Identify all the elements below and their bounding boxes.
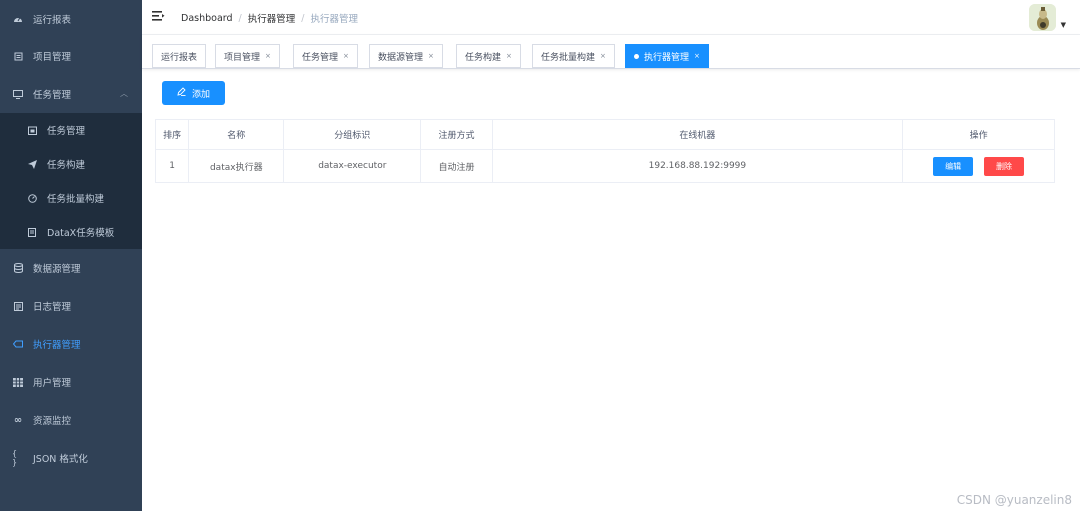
sidebar-item-label: JSON 格式化 (33, 454, 88, 465)
cell-actions: 编辑 删除 (902, 149, 1055, 183)
cell-group: datax-executor (283, 149, 422, 183)
chevron-up-icon: ︿ (120, 89, 128, 98)
monitor-icon (12, 89, 24, 99)
caret-down-icon: ▼ (1060, 21, 1066, 29)
user-menu[interactable]: ▼ (1028, 4, 1066, 31)
column-header: 在线机器 (491, 119, 904, 150)
sidebar-item-users[interactable]: 用户管理 (0, 363, 142, 401)
sidebar-item-monitor[interactable]: ∞ 资源监控 (0, 401, 142, 439)
watermark: CSDN @yuanzelin8 (956, 493, 1072, 507)
infinity-icon: ∞ (13, 414, 23, 426)
send-icon (26, 159, 38, 169)
content: 添加 排序 名称 分组标识 注册方式 在线机器 操作 1 datax执行器 da… (142, 70, 1080, 511)
executor-table: 排序 名称 分组标识 注册方式 在线机器 操作 1 datax执行器 datax… (154, 119, 1055, 183)
table-row: 1 datax执行器 datax-executor 自动注册 192.168.8… (154, 149, 1055, 183)
sidebar-item-json[interactable]: { } JSON 格式化 (0, 439, 142, 477)
delete-button[interactable]: 删除 (984, 156, 1025, 176)
cell-online-machines: 192.168.88.192:9999 (491, 149, 904, 183)
sidebar-item-label: 资源监控 (33, 416, 72, 427)
add-button-label: 添加 (191, 89, 210, 100)
gauge-icon (26, 193, 38, 203)
tag-label: 任务管理 (302, 52, 339, 63)
tag-label: 项目管理 (224, 52, 261, 63)
tag-item[interactable]: 数据源管理 × (369, 44, 443, 68)
main-area: Dashboard / 执行器管理 / 执行器管理 ▼ 运行报表 项目管理 × … (142, 0, 1080, 511)
calendar-icon (26, 126, 38, 135)
edit-icon (177, 87, 186, 99)
sidebar-item-project[interactable]: 项目管理 (0, 37, 142, 75)
table-header-row: 排序 名称 分组标识 注册方式 在线机器 操作 (154, 119, 1055, 150)
submenu-item-datax-template[interactable]: DataX任务模板 (0, 215, 142, 249)
cell-order: 1 (154, 149, 190, 183)
sidebar-item-executor[interactable]: 执行器管理 (0, 325, 142, 363)
sidebar-item-label: 日志管理 (33, 302, 72, 313)
cell-name: datax执行器 (188, 149, 285, 183)
sidebar-item-tasks[interactable]: 任务管理 ︿ (0, 75, 142, 113)
tag-item[interactable]: 项目管理 × (215, 44, 280, 68)
hamburger-icon[interactable] (152, 10, 166, 24)
braces-icon: { } (12, 449, 18, 467)
close-icon[interactable]: × (600, 52, 606, 60)
tag-label: 运行报表 (161, 52, 198, 63)
tag-item-active[interactable]: 执行器管理 × (625, 44, 709, 68)
column-header: 名称 (188, 119, 285, 150)
navbar: Dashboard / 执行器管理 / 执行器管理 ▼ (142, 0, 1080, 35)
tag-label: 执行器管理 (644, 52, 690, 63)
executor-icon (12, 340, 24, 348)
tag-item[interactable]: 任务批量构建 × (532, 44, 615, 68)
sidebar-item-label: 用户管理 (33, 378, 72, 389)
sidebar-item-label: 执行器管理 (33, 340, 81, 351)
tag-label: 任务批量构建 (541, 52, 596, 63)
close-icon[interactable]: × (265, 52, 271, 60)
submenu-item-label: DataX任务模板 (47, 228, 115, 239)
submenu-item-label: 任务构建 (47, 160, 86, 171)
avatar[interactable] (1028, 4, 1056, 31)
log-icon (12, 301, 24, 311)
breadcrumb-item[interactable]: Dashboard (181, 13, 233, 24)
column-header: 注册方式 (420, 119, 493, 150)
close-icon[interactable]: × (506, 52, 512, 60)
column-header: 操作 (902, 119, 1055, 150)
sidebar: 运行报表 项目管理 任务管理 ︿ 任务管理 任务构建 任务批量构建 DataX任… (0, 0, 142, 511)
database-icon (12, 263, 24, 273)
cell-registration: 自动注册 (420, 149, 493, 183)
tag-item[interactable]: 任务管理 × (293, 44, 358, 68)
dashboard-icon (12, 14, 24, 23)
close-icon[interactable]: × (343, 52, 349, 60)
breadcrumb-item-current: 执行器管理 (310, 14, 358, 25)
sidebar-item-label: 项目管理 (33, 52, 72, 63)
submenu-item-label: 任务批量构建 (47, 194, 105, 205)
breadcrumb: Dashboard / 执行器管理 / 执行器管理 (181, 11, 358, 26)
breadcrumb-item[interactable]: 执行器管理 (248, 11, 296, 25)
sidebar-item-label: 运行报表 (33, 14, 72, 26)
sidebar-item-logs[interactable]: 日志管理 (0, 287, 142, 325)
close-icon[interactable]: × (428, 52, 434, 60)
project-icon (12, 52, 24, 61)
active-dot-icon (634, 53, 639, 59)
sidebar-item-dashboard[interactable]: 运行报表 (0, 0, 142, 37)
edit-button[interactable]: 编辑 (933, 156, 974, 176)
submenu-tasks: 任务管理 任务构建 任务批量构建 DataX任务模板 (0, 113, 142, 249)
tag-label: 数据源管理 (378, 52, 424, 63)
tags-view: 运行报表 项目管理 × 任务管理 × 数据源管理 × 任务构建 × 任务批量构建… (142, 35, 1080, 69)
close-icon[interactable]: × (694, 52, 700, 60)
sidebar-item-datasource[interactable]: 数据源管理 (0, 249, 142, 287)
tag-item[interactable]: 运行报表 (152, 44, 207, 68)
submenu-item-task-manage[interactable]: 任务管理 (0, 113, 142, 147)
submenu-item-label: 任务管理 (47, 126, 86, 137)
sidebar-item-label: 数据源管理 (33, 264, 81, 275)
table-icon (12, 377, 24, 387)
sidebar-item-label: 任务管理 (33, 90, 72, 101)
tag-label: 任务构建 (465, 52, 502, 63)
document-icon (26, 227, 38, 237)
column-header: 分组标识 (283, 119, 422, 150)
tag-item[interactable]: 任务构建 × (456, 44, 521, 68)
add-button[interactable]: 添加 (162, 81, 225, 105)
column-header: 排序 (154, 119, 190, 150)
submenu-item-task-build[interactable]: 任务构建 (0, 147, 142, 181)
submenu-item-batch-build[interactable]: 任务批量构建 (0, 181, 142, 215)
